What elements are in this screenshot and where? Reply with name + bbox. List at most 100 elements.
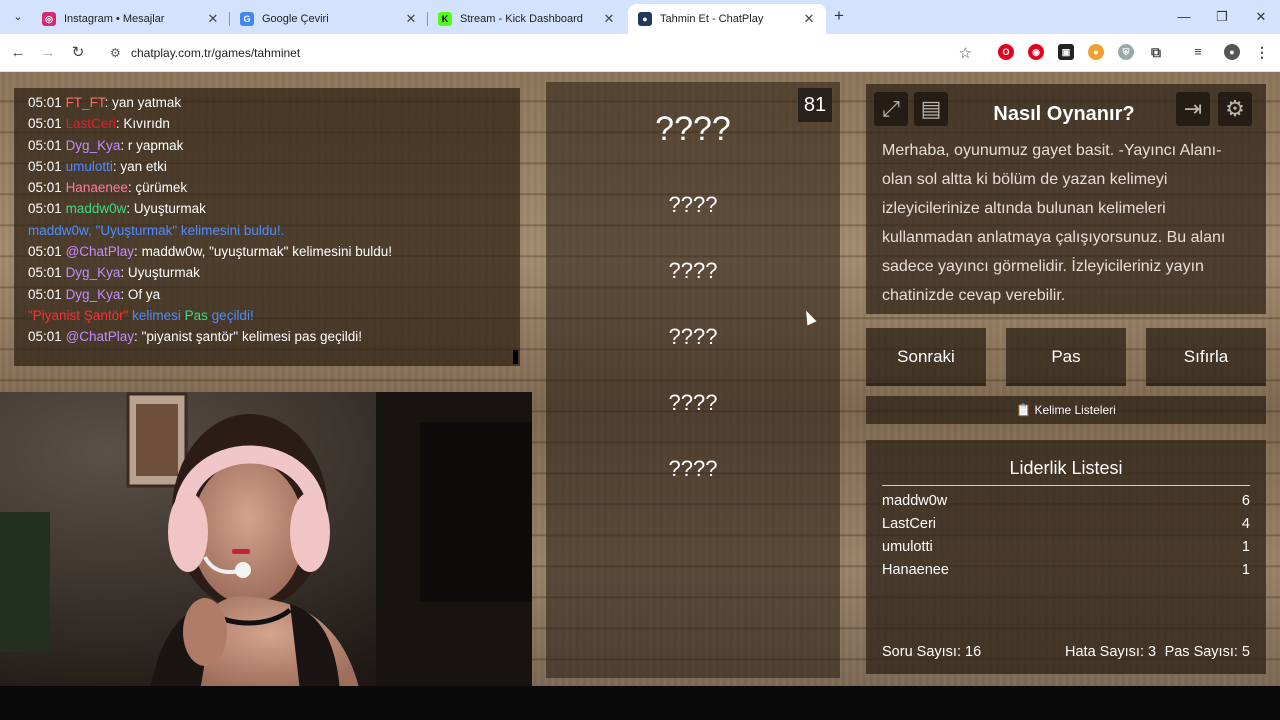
chat-separator: :	[120, 265, 128, 281]
tab-close-icon[interactable]: ✕	[404, 11, 418, 27]
leaderboard-title: Liderlik Listesi	[882, 458, 1250, 486]
chat-separator: :	[134, 329, 142, 345]
reset-button[interactable]: Sıfırla	[1146, 328, 1266, 386]
player-score: 4	[1241, 516, 1250, 532]
new-tab-plus-icon[interactable]: +	[831, 7, 847, 25]
chat-panel: 05:01 FT_FT: yan yatmak 05:01 LastCeri: K…	[14, 88, 520, 366]
back-arrow-icon[interactable]: ←	[8, 43, 28, 63]
chat-text: Of ya	[127, 286, 161, 302]
profile-avatar[interactable]: ●	[1224, 44, 1240, 60]
restore-icon[interactable]: ❐	[1212, 8, 1232, 26]
settings-gear-icon[interactable]: ⚙	[1218, 92, 1252, 126]
chat-timestamp: 05:01	[28, 95, 62, 110]
question-count: Soru Sayısı: 16	[882, 644, 982, 660]
chat-message: maddw0w, "Uyuşturmak" kelimesini buldu!.	[28, 220, 506, 241]
document-icon[interactable]: ▤	[914, 92, 948, 126]
chat-username[interactable]: FT_FT	[66, 95, 105, 110]
opera-extension-icon[interactable]: O	[998, 44, 1014, 60]
leaderboard-row: maddw0w 6	[882, 490, 1250, 512]
how-to-play-text: Merhaba, oyunumuz gayet basit. -Yayıncı …	[882, 142, 1226, 304]
tab-kick-dashboard[interactable]: K Stream - Kick Dashboard ✕	[428, 4, 626, 34]
forward-arrow-icon[interactable]: →	[38, 43, 58, 63]
chat-username[interactable]: Dyg_Kya	[66, 265, 121, 280]
chat-text: Uyuşturmak	[133, 201, 206, 217]
forbidden-word: ????	[668, 456, 718, 481]
chat-system-message-part: geçildi!	[207, 307, 254, 323]
tab-search-chevron-icon[interactable]: ⌄	[8, 8, 28, 26]
chat-text: maddw0w, "uyuşturmak" kelimesini buldu!	[141, 244, 393, 260]
address-bar[interactable]: ⚙ chatplay.com.tr/games/tahminet ☆	[100, 39, 984, 67]
chat-timestamp: 05:01	[28, 244, 62, 260]
tab-close-icon[interactable]: ✕	[802, 11, 816, 27]
chat-scrollbar[interactable]	[513, 350, 518, 364]
player-score: 1	[1241, 539, 1250, 555]
chat-username[interactable]: @ChatPlay	[66, 244, 134, 259]
exit-icon[interactable]: ⇥	[1176, 92, 1210, 126]
pass-button[interactable]: Pas	[1006, 328, 1126, 386]
chat-text: yan yatmak	[112, 95, 182, 110]
chat-separator: :	[104, 95, 113, 110]
bookmark-star-icon[interactable]: ☆	[959, 44, 972, 62]
chat-timestamp: 05:01	[28, 158, 62, 174]
extensions-puzzle-icon[interactable]: ⧉	[1148, 44, 1164, 60]
google-translate-icon: G	[240, 12, 254, 26]
tab-close-icon[interactable]: ✕	[602, 11, 616, 27]
puzzle-extension-icon[interactable]: ▣	[1058, 44, 1074, 60]
forbidden-word: ????	[668, 258, 718, 283]
chat-username[interactable]: Dyg_Kya	[66, 138, 121, 153]
chat-username[interactable]: @ChatPlay	[66, 329, 134, 344]
chat-separator: :	[120, 137, 128, 153]
browser-toolbar: ← → ↻ ⚙ chatplay.com.tr/games/tahminet ☆…	[0, 34, 1280, 72]
tab-chatplay[interactable]: ● Tahmin Et - ChatPlay ✕	[628, 4, 826, 34]
chat-timestamp: 05:01	[28, 201, 62, 217]
chat-username[interactable]: LastCeri	[66, 116, 116, 131]
chat-text: Uyuşturmak	[127, 265, 200, 281]
chat-message: 05:01 @ChatPlay: "piyanist şantör" kelim…	[28, 326, 506, 347]
chat-message: 05:01 umulotti: yan etki	[28, 156, 506, 177]
chat-message: 05:01 @ChatPlay: maddw0w, "uyuşturmak" k…	[28, 241, 506, 262]
chat-username[interactable]: Dyg_Kya	[66, 287, 121, 302]
chat-username[interactable]: maddw0w	[66, 201, 127, 216]
instagram-icon: ◎	[42, 12, 56, 26]
chat-text: Kıvırıdn	[123, 116, 170, 132]
shield-extension-icon[interactable]: ⛨	[1118, 44, 1134, 60]
chatplay-icon: ●	[638, 12, 652, 26]
chat-message: 05:01 Dyg_Kya: Of ya	[28, 284, 506, 305]
tab-title: Stream - Kick Dashboard	[460, 13, 583, 25]
browser-tab-bar: ⌄ ◎ Instagram • Mesajlar ✕ G Google Çevi…	[0, 0, 1280, 34]
window-close-icon[interactable]: ✕	[1251, 8, 1271, 26]
word-lists-button[interactable]: 📋 Kelime Listeleri	[866, 396, 1266, 424]
leaderboard-row: Hanaenee 1	[882, 559, 1250, 581]
how-to-play-title: Nasıl Oynanır?	[993, 103, 1135, 125]
forbidden-word: ????	[668, 192, 718, 217]
tab-instagram[interactable]: ◎ Instagram • Mesajlar ✕	[32, 4, 230, 34]
hidden-words-panel: 81 ???? ???? ???? ???? ???? ????	[546, 82, 840, 678]
kick-icon: K	[438, 12, 452, 26]
player-name: LastCeri	[882, 516, 936, 532]
fullscreen-icon[interactable]: ⤢	[874, 92, 908, 126]
color-extension-icon[interactable]: ●	[1088, 44, 1104, 60]
chat-username[interactable]: Hanaenee	[66, 180, 128, 195]
chat-separator: :	[126, 201, 134, 217]
chat-message: 05:01 FT_FT: yan yatmak	[28, 92, 506, 113]
bottom-bar	[0, 686, 1280, 720]
reload-icon[interactable]: ↻	[68, 43, 88, 63]
media-controls-icon[interactable]: ≡	[1190, 44, 1206, 60]
tab-close-icon[interactable]: ✕	[206, 11, 220, 27]
chat-text: r yapmak	[127, 137, 184, 153]
chat-system-message-part: "Piyanist Şantör"	[28, 307, 129, 323]
next-button[interactable]: Sonraki	[866, 328, 986, 386]
how-to-play-panel: ⤢ ▤ Nasıl Oynanır? ⇥ ⚙ Merhaba, oyunumuz…	[866, 84, 1266, 314]
pass-count: Pas Sayısı: 5	[1164, 644, 1250, 660]
tab-google-translate[interactable]: G Google Çeviri ✕	[230, 4, 428, 34]
player-name: umulotti	[882, 539, 933, 555]
chat-message: "Piyanist Şantör" kelimesi Pas geçildi!	[28, 305, 506, 326]
more-menu-icon[interactable]: ⋮	[1254, 44, 1270, 60]
forbidden-word: ????	[668, 390, 718, 415]
record-extension-icon[interactable]: ◉	[1028, 44, 1044, 60]
minimize-icon[interactable]: —	[1174, 8, 1194, 26]
site-info-icon[interactable]: ⚙	[110, 46, 124, 60]
chat-username[interactable]: umulotti	[66, 159, 113, 174]
chat-separator: :	[120, 286, 128, 302]
main-hidden-word: ????	[655, 110, 731, 148]
